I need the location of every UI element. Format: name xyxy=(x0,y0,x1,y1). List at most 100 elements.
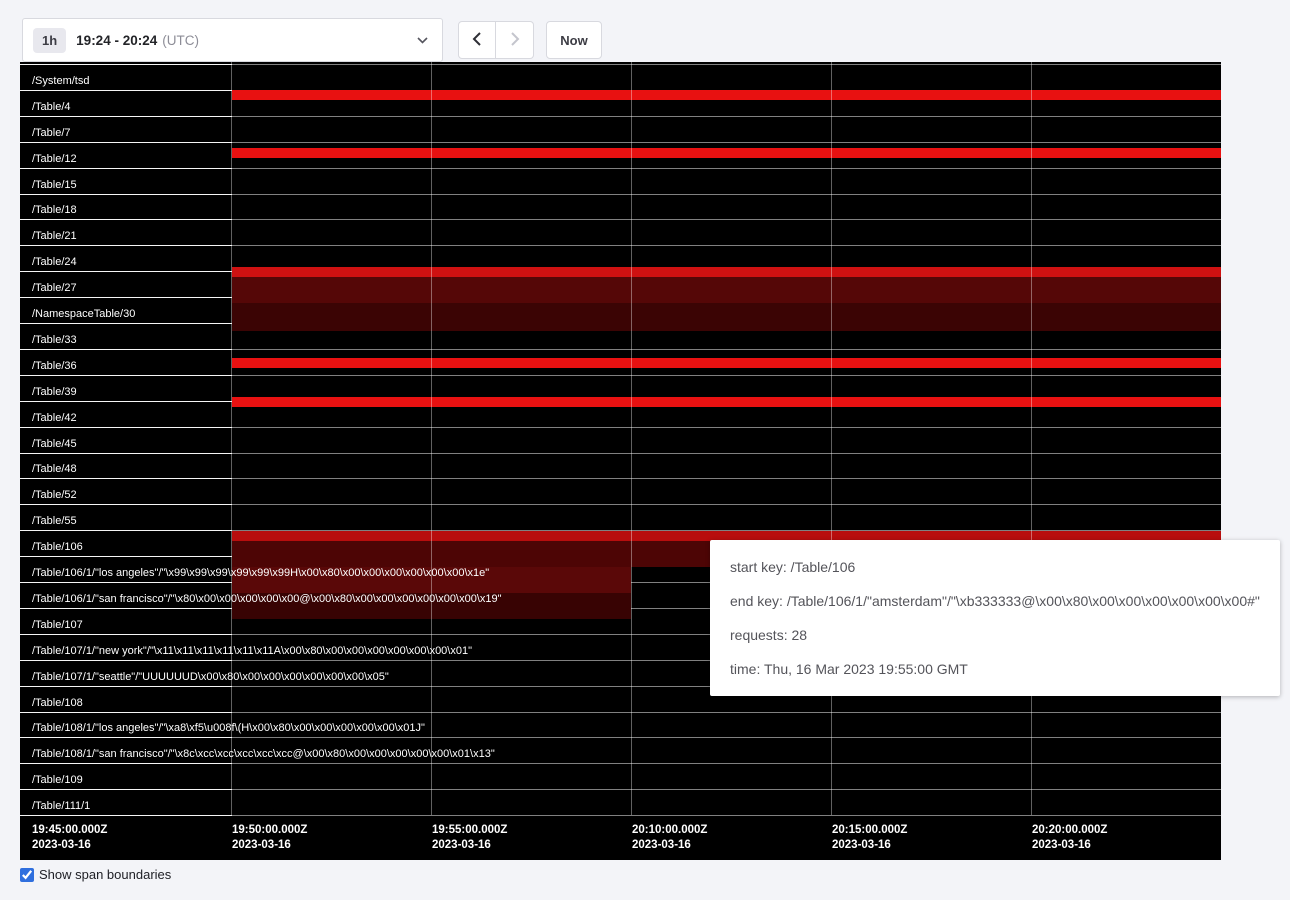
span-boundary-label-segment xyxy=(20,453,232,454)
span-boundary-label-segment xyxy=(20,168,232,169)
span-boundary-label-segment xyxy=(20,349,232,350)
time-toolbar: 1h 19:24 - 20:24 (UTC) Now xyxy=(22,18,602,62)
x-tick-time: 19:55:00.000Z xyxy=(432,824,507,836)
row-label: /Table/27 xyxy=(32,281,77,295)
range-timezone-label: (UTC) xyxy=(162,33,199,48)
row-label: /Table/108/1/"los angeles"/"\xa8\xf5\u00… xyxy=(32,721,425,735)
x-tick-time: 20:20:00.000Z xyxy=(1032,824,1107,836)
x-tick-date: 2023-03-16 xyxy=(232,839,291,851)
x-tick-time: 20:10:00.000Z xyxy=(632,824,707,836)
span-boundary-label-segment xyxy=(20,401,232,402)
time-range-selector[interactable]: 1h 19:24 - 20:24 (UTC) xyxy=(22,18,443,62)
now-button[interactable]: Now xyxy=(546,21,602,59)
row-label: /Table/108 xyxy=(32,696,83,710)
chevron-down-icon xyxy=(417,37,428,44)
row-label: /Table/106/1/"los angeles"/"\x99\x99\x99… xyxy=(32,566,489,580)
heat-band xyxy=(232,267,1221,277)
span-boundary-label-segment xyxy=(20,323,232,324)
row-label: /Table/45 xyxy=(32,437,77,451)
row-label: /Table/106 xyxy=(32,540,83,554)
row-label: /Table/21 xyxy=(32,229,77,243)
span-boundary-label-segment xyxy=(20,815,232,816)
span-boundary-label-segment xyxy=(20,194,232,195)
range-duration-badge: 1h xyxy=(33,28,66,53)
row-label: /Table/12 xyxy=(32,152,77,166)
time-gridline xyxy=(1031,62,1032,815)
span-boundary-label-segment xyxy=(20,608,232,609)
x-tick-date: 2023-03-16 xyxy=(832,839,891,851)
x-tick-time: 20:15:00.000Z xyxy=(832,824,907,836)
row-label: /Table/52 xyxy=(32,488,77,502)
chevron-left-icon xyxy=(472,31,482,50)
time-gridline xyxy=(631,62,632,815)
span-boundary-label-segment xyxy=(20,686,232,687)
span-boundary-label-segment xyxy=(20,582,232,583)
next-interval-button[interactable] xyxy=(496,21,534,59)
span-boundary-label-segment xyxy=(20,375,232,376)
row-label: /Table/42 xyxy=(32,411,77,425)
row-label: /Table/108/1/"san francisco"/"\x8c\xcc\x… xyxy=(32,747,495,761)
span-boundary-label-segment xyxy=(20,64,232,65)
span-boundary-label-segment xyxy=(20,478,232,479)
row-label: /System/tsd xyxy=(32,74,89,88)
tooltip-end-key: end key: /Table/106/1/"amsterdam"/"\xb33… xyxy=(730,584,1260,618)
span-boundary-label-segment xyxy=(20,271,232,272)
row-label: /Table/106/1/"san francisco"/"\x80\x00\x… xyxy=(32,592,502,606)
row-label: /Table/7 xyxy=(32,126,71,140)
span-boundary-label-segment xyxy=(20,556,232,557)
span-boundary-label-segment xyxy=(20,789,232,790)
heatmap-canvas[interactable]: /System/tsd/Table/4/Table/7/Table/12/Tab… xyxy=(20,62,1221,860)
row-label: /Table/4 xyxy=(32,100,71,114)
heat-band xyxy=(232,148,1221,158)
x-tick-date: 2023-03-16 xyxy=(1032,839,1091,851)
range-label: 19:24 - 20:24 xyxy=(76,33,157,48)
tooltip-requests: requests: 28 xyxy=(730,618,1260,652)
chevron-right-icon xyxy=(510,31,520,50)
x-tick-date: 2023-03-16 xyxy=(632,839,691,851)
span-boundary-label-segment xyxy=(20,504,232,505)
span-boundary-label-segment xyxy=(20,763,232,764)
x-tick-date: 2023-03-16 xyxy=(432,839,491,851)
span-boundary-label-segment xyxy=(20,737,232,738)
tooltip-time: time: Thu, 16 Mar 2023 19:55:00 GMT xyxy=(730,652,1260,686)
x-tick-date: 2023-03-16 xyxy=(32,839,91,851)
row-label: /Table/39 xyxy=(32,385,77,399)
span-boundary-label-segment xyxy=(20,90,232,91)
span-tooltip: start key: /Table/106 end key: /Table/10… xyxy=(710,540,1280,696)
row-label: /Table/18 xyxy=(32,203,77,217)
row-label: /Table/107/1/"seattle"/"UUUUUUD\x00\x80\… xyxy=(32,670,389,684)
time-gridline xyxy=(431,62,432,815)
span-boundary-label-segment xyxy=(20,219,232,220)
span-boundary-label-segment xyxy=(20,660,232,661)
span-boundary-label-segment xyxy=(20,116,232,117)
row-label: /Table/109 xyxy=(32,773,83,787)
tooltip-start-key: start key: /Table/106 xyxy=(730,550,1260,584)
row-label: /Table/24 xyxy=(32,255,77,269)
row-label: /Table/48 xyxy=(32,462,77,476)
x-tick-time: 19:45:00.000Z xyxy=(32,824,107,836)
row-label: /Table/36 xyxy=(32,359,77,373)
row-label: /Table/15 xyxy=(32,178,77,192)
row-label: /NamespaceTable/30 xyxy=(32,307,135,321)
heat-band xyxy=(232,277,1221,303)
heat-band xyxy=(232,358,1221,368)
span-boundary-label-segment xyxy=(20,297,232,298)
row-label: /Table/107/1/"new york"/"\x11\x11\x11\x1… xyxy=(32,644,472,658)
row-label: /Table/33 xyxy=(32,333,77,347)
span-boundary-label-segment xyxy=(20,530,232,531)
time-gridline xyxy=(831,62,832,815)
row-label: /Table/107 xyxy=(32,618,83,632)
x-tick-time: 19:50:00.000Z xyxy=(232,824,307,836)
span-boundary-label-segment xyxy=(20,142,232,143)
heat-band xyxy=(232,397,1221,407)
span-boundary-label-segment xyxy=(20,634,232,635)
show-span-boundaries-checkbox[interactable] xyxy=(20,868,34,882)
interval-nav-group xyxy=(458,21,534,59)
row-label: /Table/55 xyxy=(32,514,77,528)
prev-interval-button[interactable] xyxy=(458,21,496,59)
span-boundary-label-segment xyxy=(20,712,232,713)
span-boundary-label-segment xyxy=(20,245,232,246)
show-span-boundaries-toggle[interactable]: Show span boundaries xyxy=(20,867,171,882)
time-gridline xyxy=(231,62,232,815)
row-label: /Table/111/1 xyxy=(32,799,90,813)
